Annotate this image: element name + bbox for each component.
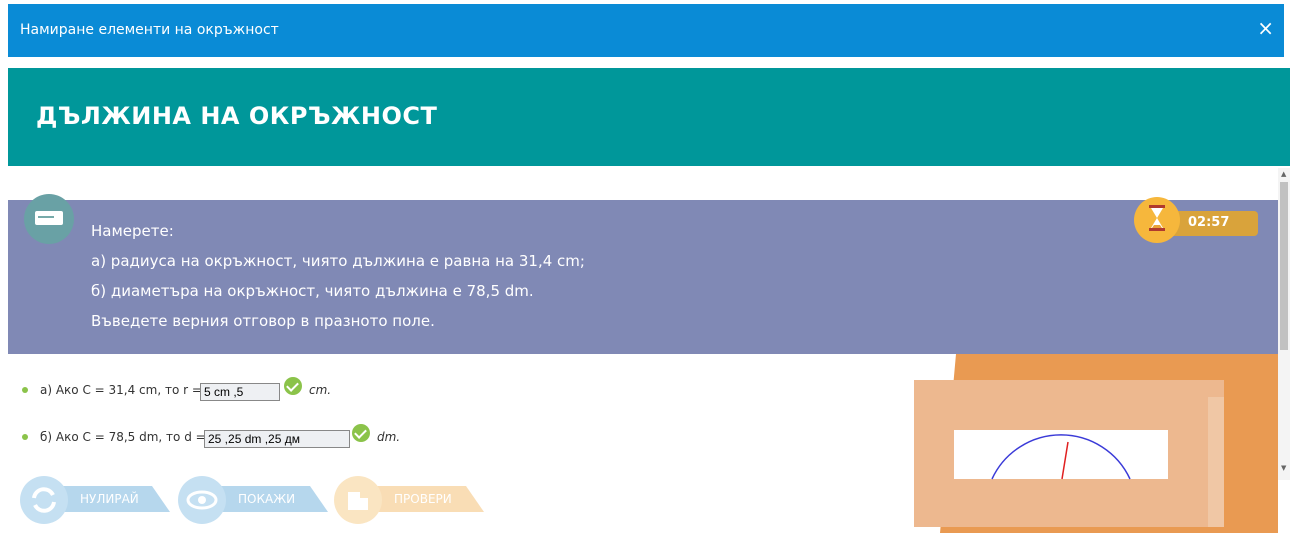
timer-value: 02:57	[1188, 215, 1230, 230]
vertical-scrollbar[interactable]: ▲ ▼	[1278, 168, 1290, 480]
window-titlebar: Намиране елементи на окръжност ×	[8, 4, 1284, 57]
correct-check-icon	[352, 424, 370, 442]
timer: 02:57	[1134, 197, 1258, 245]
question-a-label: а) Ако C = 31,4 cm, то r =	[40, 383, 202, 397]
window-title: Намиране елементи на окръжност	[20, 22, 279, 38]
task-line: Въведете верния отговор в празното поле.	[91, 312, 435, 330]
question-a-unit: cm.	[309, 383, 332, 397]
close-icon[interactable]: ×	[1257, 18, 1274, 38]
bullet-icon	[22, 434, 28, 440]
question-a: а) Ако C = 31,4 cm, то r = cm.	[22, 377, 382, 405]
task-card-icon	[24, 194, 74, 244]
scrollbar-thumb[interactable]	[1280, 182, 1288, 350]
answer-b-input[interactable]	[204, 430, 350, 448]
correct-check-icon	[284, 377, 302, 395]
check-hand-icon	[348, 492, 368, 510]
scroll-down-icon[interactable]: ▼	[1281, 464, 1286, 472]
task-line: Намерете:	[91, 222, 174, 240]
check-button-label: ПРОВЕРИ	[394, 492, 452, 506]
reset-button[interactable]: НУЛИРАЙ	[20, 476, 180, 524]
eye-icon	[186, 490, 218, 510]
check-button[interactable]: ПРОВЕРИ	[334, 476, 504, 524]
question-b: б) Ако C = 78,5 dm, то d = dm.	[22, 424, 412, 452]
task-text: Намерете: а) радиуса на окръжност, чиято…	[91, 218, 585, 338]
reset-button-label: НУЛИРАЙ	[80, 492, 139, 506]
answer-a-input[interactable]	[200, 383, 280, 401]
lesson-banner: ДЪЛЖИНА НА ОКРЪЖНОСТ	[8, 68, 1290, 166]
timer-circle	[1134, 197, 1180, 243]
show-button[interactable]: ПОКАЖИ	[178, 476, 338, 524]
question-b-unit: dm.	[377, 430, 401, 444]
show-button-label: ПОКАЖИ	[238, 492, 296, 506]
question-b-label: б) Ако C = 78,5 dm, то d =	[40, 430, 206, 444]
circle-illustration	[914, 354, 1278, 533]
scroll-up-icon[interactable]: ▲	[1281, 170, 1286, 178]
task-line: б) диаметъра на окръжност, чиято дължина…	[91, 282, 534, 300]
bullet-icon	[22, 387, 28, 393]
task-panel: Намерете: а) радиуса на окръжност, чиято…	[8, 194, 1278, 354]
task-line: а) радиуса на окръжност, чиято дължина е…	[91, 252, 585, 270]
hourglass-icon	[1149, 205, 1165, 231]
lesson-heading: ДЪЛЖИНА НА ОКРЪЖНОСТ	[36, 102, 438, 130]
refresh-icon	[32, 487, 56, 513]
